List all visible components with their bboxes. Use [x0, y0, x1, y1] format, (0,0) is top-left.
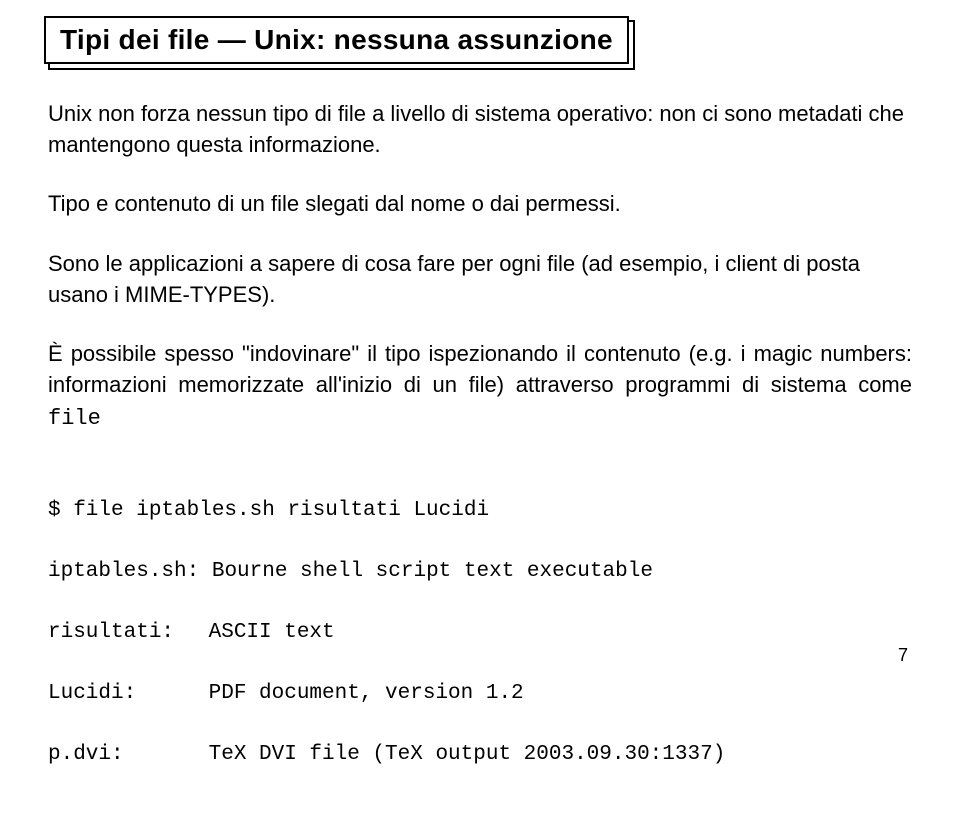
- output-name: Lucidi:: [48, 679, 196, 709]
- terminal-command: $ file iptables.sh risultati Lucidi: [48, 496, 912, 526]
- paragraph-4-text: È possibile spesso "indovinare" il tipo …: [48, 341, 912, 397]
- title-frame-shadow: Tipi dei file — Unix: nessuna assunzione: [48, 20, 635, 70]
- page-title: Tipi dei file — Unix: nessuna assunzione: [60, 24, 613, 55]
- terminal-output: $ file iptables.sh risultati Lucidi ipta…: [48, 466, 912, 831]
- terminal-line: risultati: ASCII text: [48, 618, 912, 648]
- terminal-line: iptables.sh: Bourne shell script text ex…: [48, 557, 912, 587]
- output-desc: Bourne shell script text executable: [212, 560, 653, 583]
- output-desc: ASCII text: [209, 621, 335, 644]
- paragraph-3: Sono le applicazioni a sapere di cosa fa…: [48, 248, 912, 310]
- paragraph-2: Tipo e contenuto di un file slegati dal …: [48, 188, 912, 219]
- terminal-line: p.dvi: TeX DVI file (TeX output 2003.09.…: [48, 740, 912, 770]
- paragraph-1: Unix non forza nessun tipo di file a liv…: [48, 98, 912, 160]
- output-name: p.dvi:: [48, 740, 196, 770]
- paragraph-4-code: file: [48, 406, 101, 431]
- output-name: risultati:: [48, 618, 196, 648]
- document-page: Tipi dei file — Unix: nessuna assunzione…: [0, 0, 960, 682]
- output-desc: TeX DVI file (TeX output 2003.09.30:1337…: [209, 743, 726, 766]
- output-desc: PDF document, version 1.2: [209, 682, 524, 705]
- terminal-line: Lucidi: PDF document, version 1.2: [48, 679, 912, 709]
- title-frame: Tipi dei file — Unix: nessuna assunzione: [44, 16, 629, 64]
- paragraph-4: È possibile spesso "indovinare" il tipo …: [48, 338, 912, 434]
- page-number: 7: [898, 645, 908, 666]
- output-name: iptables.sh:: [48, 557, 199, 587]
